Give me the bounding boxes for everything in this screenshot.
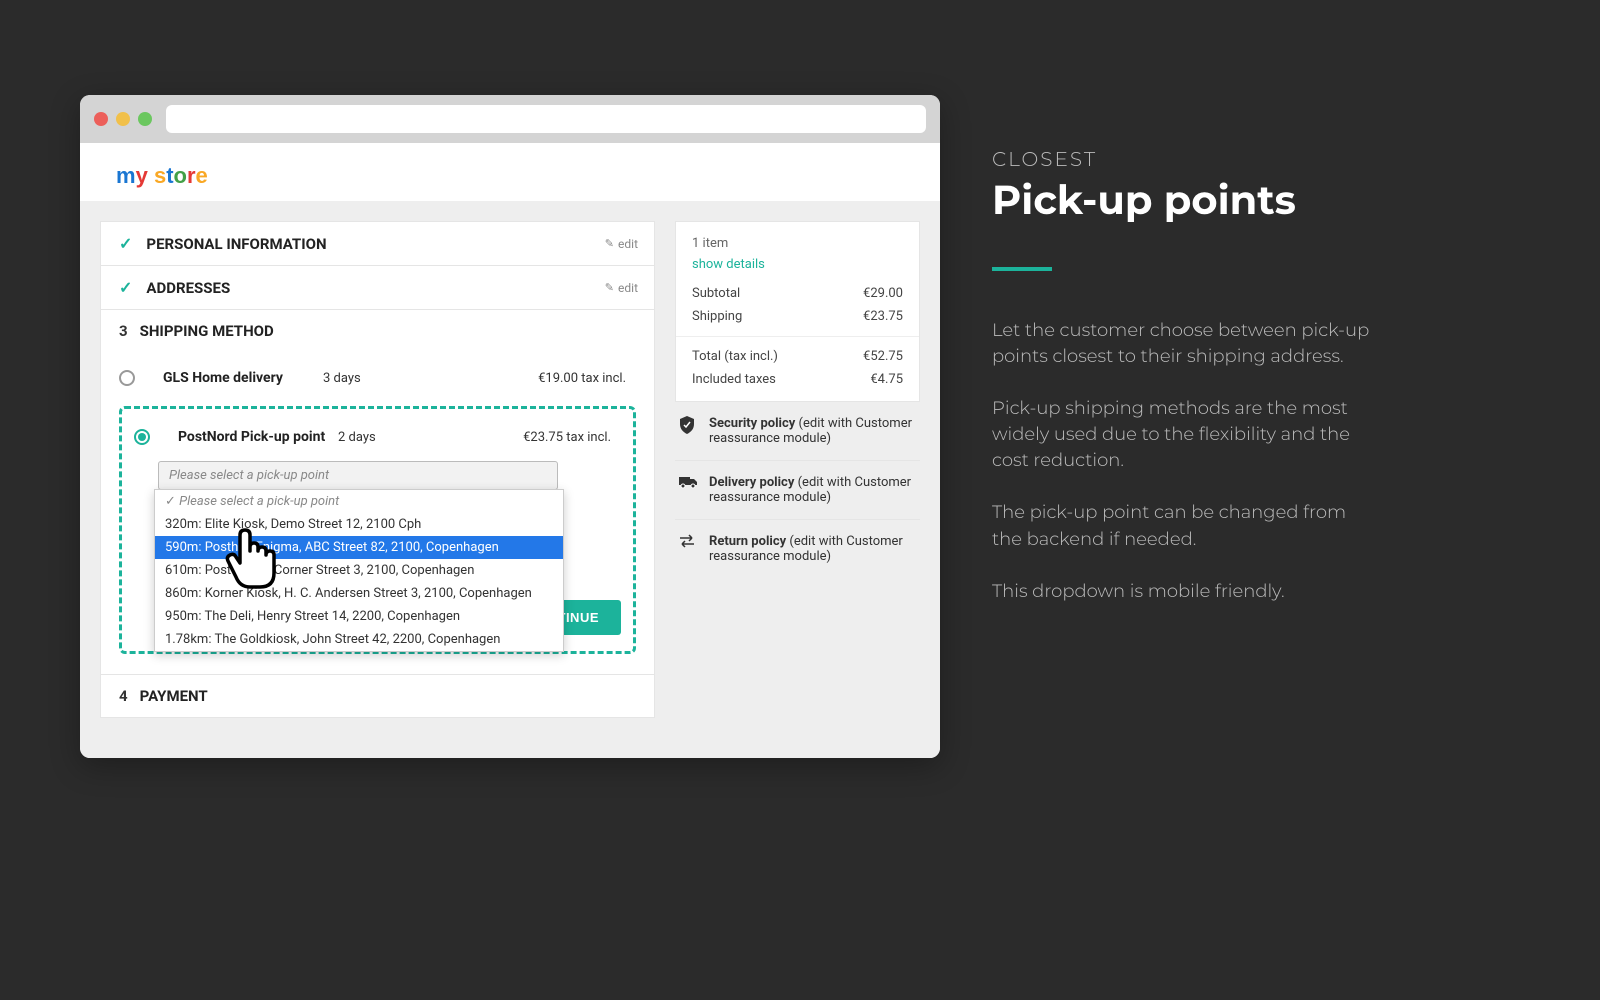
shield-icon [679, 416, 697, 438]
step-payment: 4 PAYMENT [100, 675, 655, 718]
policy-security: Security policy (edit with Customer reas… [675, 402, 920, 461]
marketing-paragraph: Let the customer choose between pick-up … [992, 317, 1372, 369]
dropdown-item[interactable]: 860m: Korner Kiosk, H. C. Andersen Stree… [155, 582, 563, 605]
browser-window: my store ✓ PERSONAL INFORMATION ✎ edit ✓… [80, 95, 940, 758]
maximize-window-icon[interactable] [138, 112, 152, 126]
pencil-icon: ✎ [605, 281, 614, 294]
shipping-value: €23.75 [863, 309, 903, 324]
shipping-name: GLS Home delivery [163, 370, 323, 386]
shipping-days: 2 days [338, 430, 458, 445]
tax-label: Included taxes [692, 372, 776, 387]
accent-bar [992, 267, 1052, 271]
radio-unchecked-icon[interactable] [119, 370, 135, 386]
marketing-paragraph: Pick-up shipping methods are the most wi… [992, 395, 1372, 473]
shipping-days: 3 days [323, 371, 443, 386]
step-addresses: ✓ ADDRESSES ✎ edit [100, 266, 655, 310]
step-shipping-method: 3 SHIPPING METHOD GLS Home delivery 3 da… [100, 310, 655, 675]
minimize-window-icon[interactable] [116, 112, 130, 126]
edit-label: edit [618, 237, 638, 251]
policy-text: Return policy (edit with Customer reassu… [709, 534, 916, 564]
tax-value: €4.75 [870, 372, 903, 387]
step-number: 3 [119, 322, 128, 340]
show-details-link[interactable]: show details [692, 257, 903, 272]
url-bar[interactable] [166, 105, 926, 133]
edit-addresses-link[interactable]: ✎ edit [605, 281, 638, 295]
radio-checked-icon[interactable] [134, 429, 150, 445]
pickup-dropdown[interactable]: Please select a pick-up point Please sel… [158, 461, 621, 490]
shipping-label: Shipping [692, 309, 742, 324]
pencil-icon: ✎ [605, 237, 614, 250]
dropdown-item[interactable]: 1.78km: The Goldkiosk, John Street 42, 2… [155, 628, 563, 651]
traffic-lights [94, 112, 152, 126]
total-value: €52.75 [863, 349, 903, 364]
dropdown-item[interactable]: 320m: Elite Kiosk, Demo Street 12, 2100 … [155, 513, 563, 536]
store-header: my store [80, 143, 940, 201]
step-title: PAYMENT [140, 687, 208, 705]
dropdown-item[interactable]: Please select a pick-up point [155, 490, 563, 513]
dropdown-list: Please select a pick-up point 320m: Elit… [154, 489, 564, 652]
edit-personal-link[interactable]: ✎ edit [605, 237, 638, 251]
store-logo[interactable]: my store [116, 163, 904, 189]
browser-titlebar [80, 95, 940, 143]
truck-icon [679, 475, 697, 493]
marketing-paragraph: This dropdown is mobile friendly. [992, 578, 1372, 604]
marketing-eyebrow: CLOSEST [992, 148, 1372, 172]
step-title: PERSONAL INFORMATION [146, 235, 326, 253]
shipping-option-gls[interactable]: GLS Home delivery 3 days €19.00 tax incl… [119, 360, 636, 396]
shipping-price: €19.00 tax incl. [538, 371, 636, 386]
check-icon: ✓ [119, 234, 132, 253]
shipping-name: PostNord Pick-up point [178, 429, 338, 445]
total-label: Total (tax incl.) [692, 349, 778, 364]
order-summary-card: 1 item show details Subtotal €29.00 Ship… [675, 221, 920, 402]
marketing-paragraph: The pick-up point can be changed from th… [992, 499, 1372, 551]
step-number: 4 [119, 687, 128, 705]
shipping-option-postnord[interactable]: PostNord Pick-up point 2 days €23.75 tax… [134, 419, 621, 455]
summary-item-count: 1 item [692, 236, 903, 251]
dropdown-selected[interactable]: Please select a pick-up point [158, 461, 558, 490]
checkout-content: ✓ PERSONAL INFORMATION ✎ edit ✓ ADDRESSE… [80, 201, 940, 758]
dropdown-item[interactable]: 610m: Post Office, Corner Street 3, 2100… [155, 559, 563, 582]
pickup-highlight-box: PostNord Pick-up point 2 days €23.75 tax… [119, 406, 636, 654]
marketing-title: Pick-up points [992, 176, 1372, 225]
step-title: SHIPPING METHOD [140, 322, 274, 340]
step-title: ADDRESSES [146, 279, 230, 297]
subtotal-value: €29.00 [863, 286, 903, 301]
close-window-icon[interactable] [94, 112, 108, 126]
policy-delivery: Delivery policy (edit with Customer reas… [675, 461, 920, 520]
dropdown-item[interactable]: 590m: Posthus Enigma, ABC Street 82, 210… [155, 536, 563, 559]
subtotal-label: Subtotal [692, 286, 740, 301]
check-icon: ✓ [119, 278, 132, 297]
shipping-price: €23.75 tax incl. [523, 430, 621, 445]
checkout-steps: ✓ PERSONAL INFORMATION ✎ edit ✓ ADDRESSE… [100, 221, 655, 718]
policy-text: Security policy (edit with Customer reas… [709, 416, 916, 446]
edit-label: edit [618, 281, 638, 295]
marketing-panel: CLOSEST Pick-up points Let the customer … [992, 148, 1372, 630]
policy-return: Return policy (edit with Customer reassu… [675, 520, 920, 578]
step-personal-information: ✓ PERSONAL INFORMATION ✎ edit [100, 221, 655, 266]
dropdown-item[interactable]: 950m: The Deli, Henry Street 14, 2200, C… [155, 605, 563, 628]
swap-icon [679, 534, 697, 552]
order-sidebar: 1 item show details Subtotal €29.00 Ship… [675, 221, 920, 718]
policy-text: Delivery policy (edit with Customer reas… [709, 475, 916, 505]
